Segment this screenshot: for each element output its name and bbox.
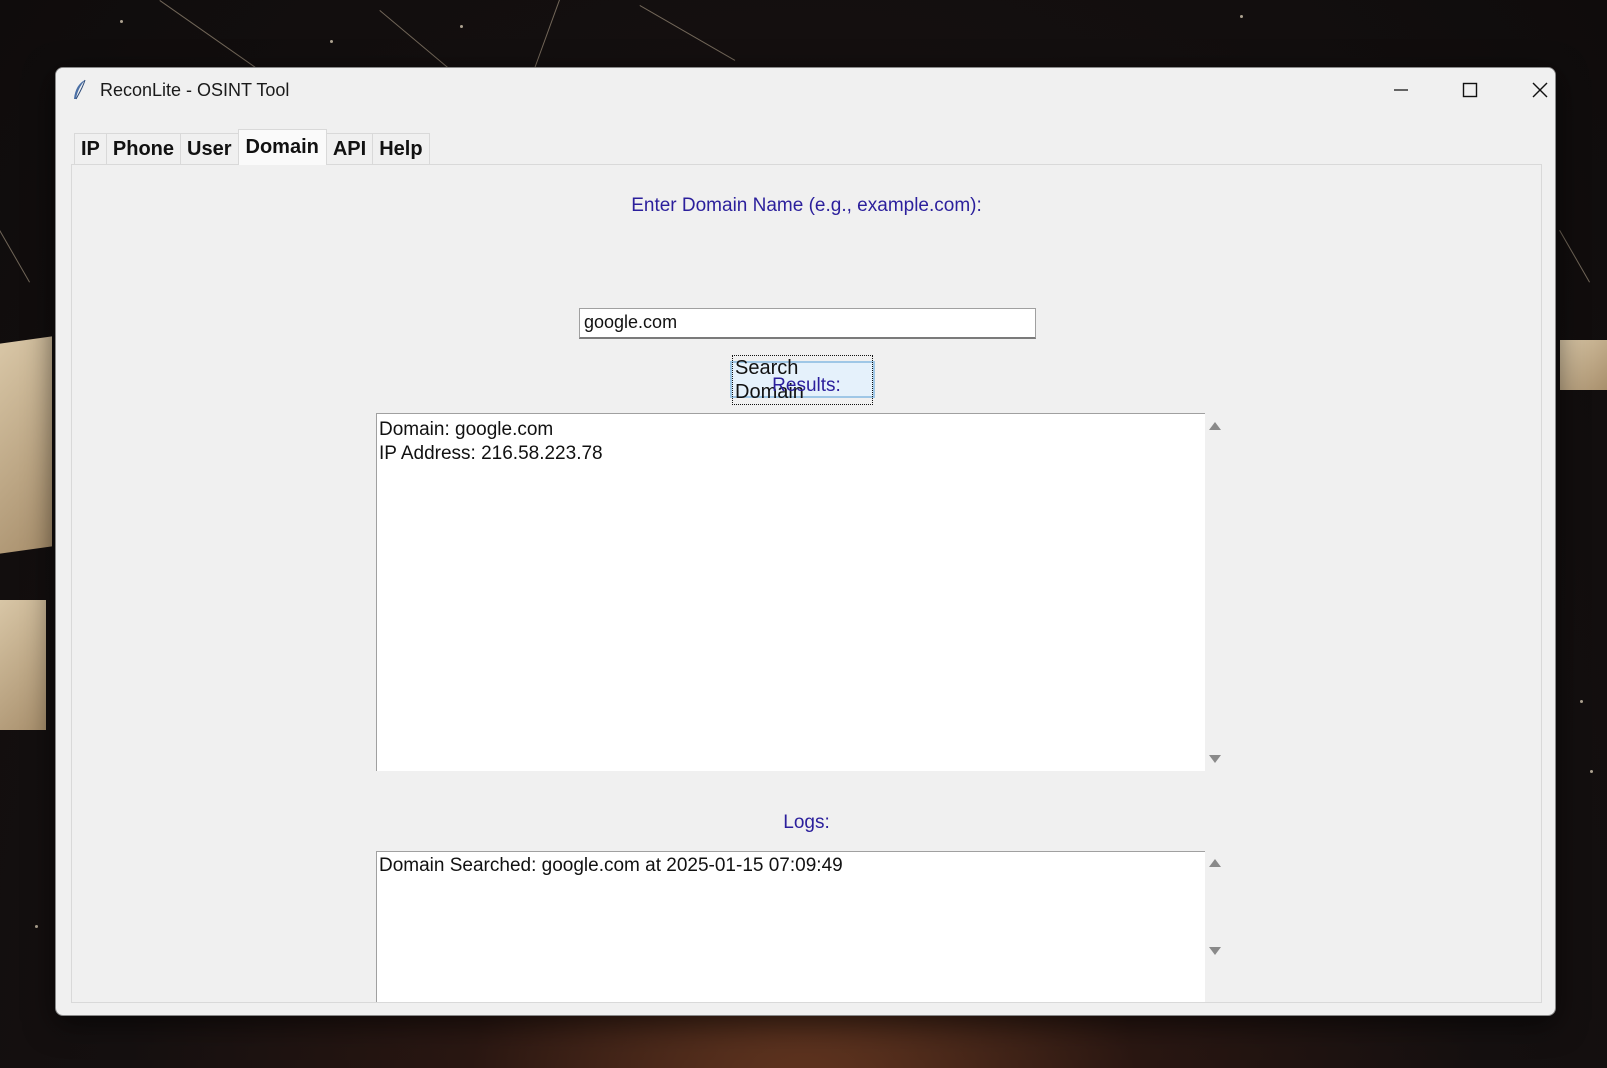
- title-bar[interactable]: ReconLite - OSINT Tool: [56, 68, 1555, 112]
- results-label: Results:: [772, 375, 841, 396]
- tab-label: Domain: [245, 136, 319, 158]
- domain-prompt-label: Enter Domain Name (e.g., example.com):: [631, 195, 982, 216]
- minimize-button[interactable]: [1367, 68, 1435, 112]
- logs-textbox[interactable]: Domain Searched: google.com at 2025-01-1…: [376, 851, 1205, 1002]
- window-title: ReconLite - OSINT Tool: [100, 80, 290, 100]
- tab-label: API: [332, 138, 367, 160]
- tab-domain[interactable]: Domain: [237, 129, 327, 165]
- results-textbox[interactable]: Domain: google.com IP Address: 216.58.22…: [376, 413, 1205, 771]
- tab-label: Help: [379, 138, 423, 160]
- tab-label: User: [187, 138, 232, 160]
- tab-label: Phone: [112, 138, 175, 160]
- scroll-up-arrow-icon[interactable]: [1209, 859, 1221, 867]
- maximize-icon: [1462, 82, 1478, 98]
- maximize-button[interactable]: [1436, 68, 1504, 112]
- scroll-down-arrow-icon[interactable]: [1209, 947, 1221, 955]
- app-window: ReconLite - OSINT Tool IP Phone User Dom…: [55, 67, 1556, 1016]
- scroll-up-arrow-icon[interactable]: [1209, 422, 1221, 430]
- scroll-down-arrow-icon[interactable]: [1209, 755, 1221, 763]
- tab-label: IP: [81, 138, 100, 160]
- close-button[interactable]: [1506, 68, 1555, 112]
- minimize-icon: [1394, 89, 1408, 91]
- logs-scrollbar[interactable]: [1205, 851, 1225, 1002]
- results-line: Domain: google.com: [379, 419, 554, 440]
- results-scrollbar[interactable]: [1205, 413, 1225, 771]
- tab-api[interactable]: API: [325, 133, 374, 165]
- close-icon: [1532, 82, 1548, 98]
- tab-ip[interactable]: IP: [74, 133, 107, 165]
- domain-panel: Enter Domain Name (e.g., example.com): g…: [71, 164, 1542, 1003]
- tab-help[interactable]: Help: [372, 133, 430, 165]
- feather-icon: [74, 79, 86, 100]
- tab-bar: IP Phone User Domain API Help: [74, 129, 430, 165]
- tab-user[interactable]: User: [180, 133, 239, 165]
- logs-label: Logs:: [783, 812, 830, 833]
- logs-line: Domain Searched: google.com at 2025-01-1…: [379, 855, 843, 876]
- tab-phone[interactable]: Phone: [105, 133, 182, 165]
- results-line: IP Address: 216.58.223.78: [379, 443, 603, 464]
- domain-input[interactable]: google.com: [579, 308, 1036, 339]
